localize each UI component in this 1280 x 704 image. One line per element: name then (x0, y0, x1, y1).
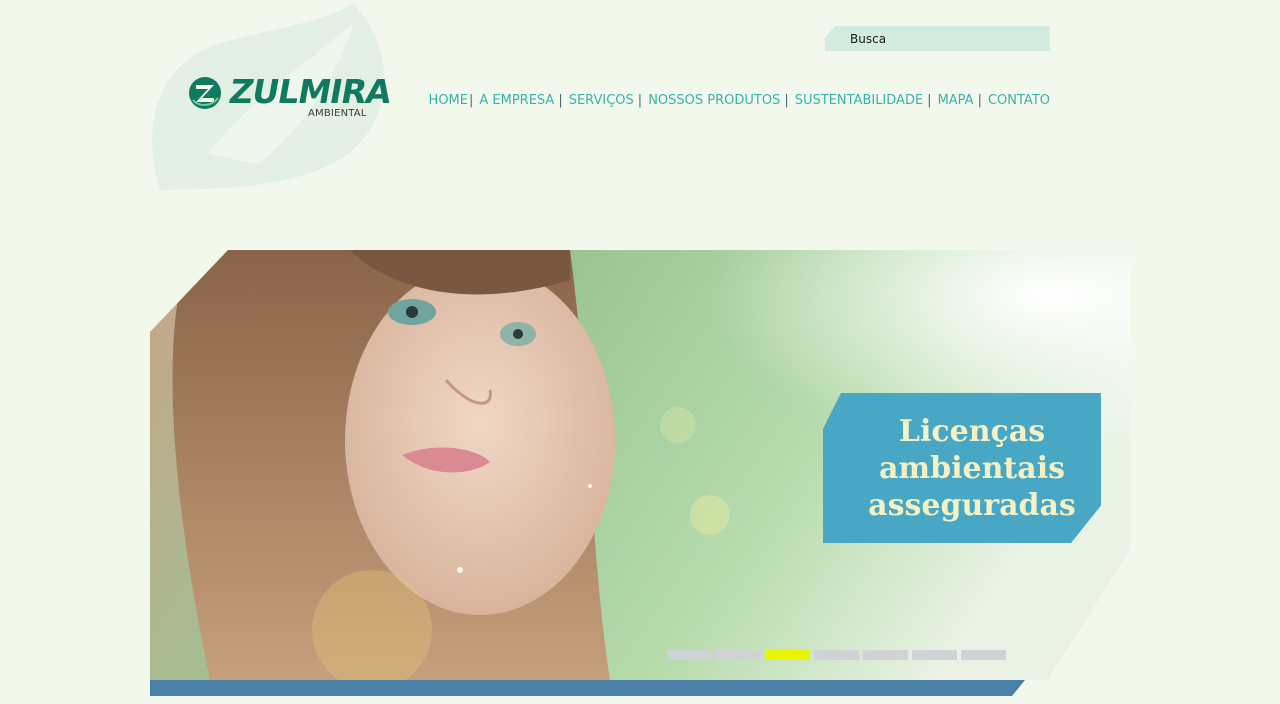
caption-line: asseguradas (868, 487, 1076, 523)
slide-indicator-2[interactable] (716, 650, 761, 660)
nav-a-empresa[interactable]: A EMPRESA (479, 93, 554, 108)
caption-line: ambientais (878, 450, 1066, 486)
slide-indicator-4[interactable] (814, 650, 859, 660)
zulmira-z-icon (189, 77, 221, 109)
search-input[interactable] (825, 26, 1045, 51)
hero-banner[interactable]: Licenças ambientais asseguradas (150, 250, 1130, 696)
search-box[interactable] (825, 26, 1050, 51)
slide-indicator-3[interactable] (765, 650, 810, 660)
nav-separator: | (469, 93, 474, 108)
nav-home[interactable]: HOME (429, 93, 468, 108)
nav-sustentabilidade[interactable]: SUSTENTABILIDADE (795, 93, 923, 108)
caption-line: Licenças (898, 413, 1046, 449)
nav-separator: | (784, 93, 789, 108)
main-nav: HOME | A EMPRESA | SERVIÇOS | NOSSOS PRODUT… (429, 93, 1050, 108)
nav-nossos-produtos[interactable]: NOSSOS PRODUTOS (648, 93, 780, 108)
nav-contato[interactable]: CONTATO (988, 93, 1050, 108)
slide-indicator-1[interactable] (667, 650, 712, 660)
nav-separator: | (637, 93, 643, 108)
banner-caption: Licenças ambientais asseguradas (823, 393, 1101, 543)
slide-indicator-6[interactable] (912, 650, 957, 660)
nav-separator: | (558, 93, 563, 108)
brand-name: ZULMIRA (226, 72, 394, 111)
slider-pagination (667, 650, 1006, 660)
brand-subtitle: AMBIENTAL (308, 108, 367, 119)
nav-mapa[interactable]: MAPA (938, 93, 974, 108)
slide-indicator-5[interactable] (863, 650, 908, 660)
nav-separator: | (927, 93, 932, 108)
nav-separator: | (977, 93, 982, 108)
company-logo[interactable]: ZULMIRA AMBIENTAL (188, 72, 394, 124)
nav-servicos[interactable]: SERVIÇOS (569, 93, 634, 108)
slide-indicator-7[interactable] (961, 650, 1006, 660)
